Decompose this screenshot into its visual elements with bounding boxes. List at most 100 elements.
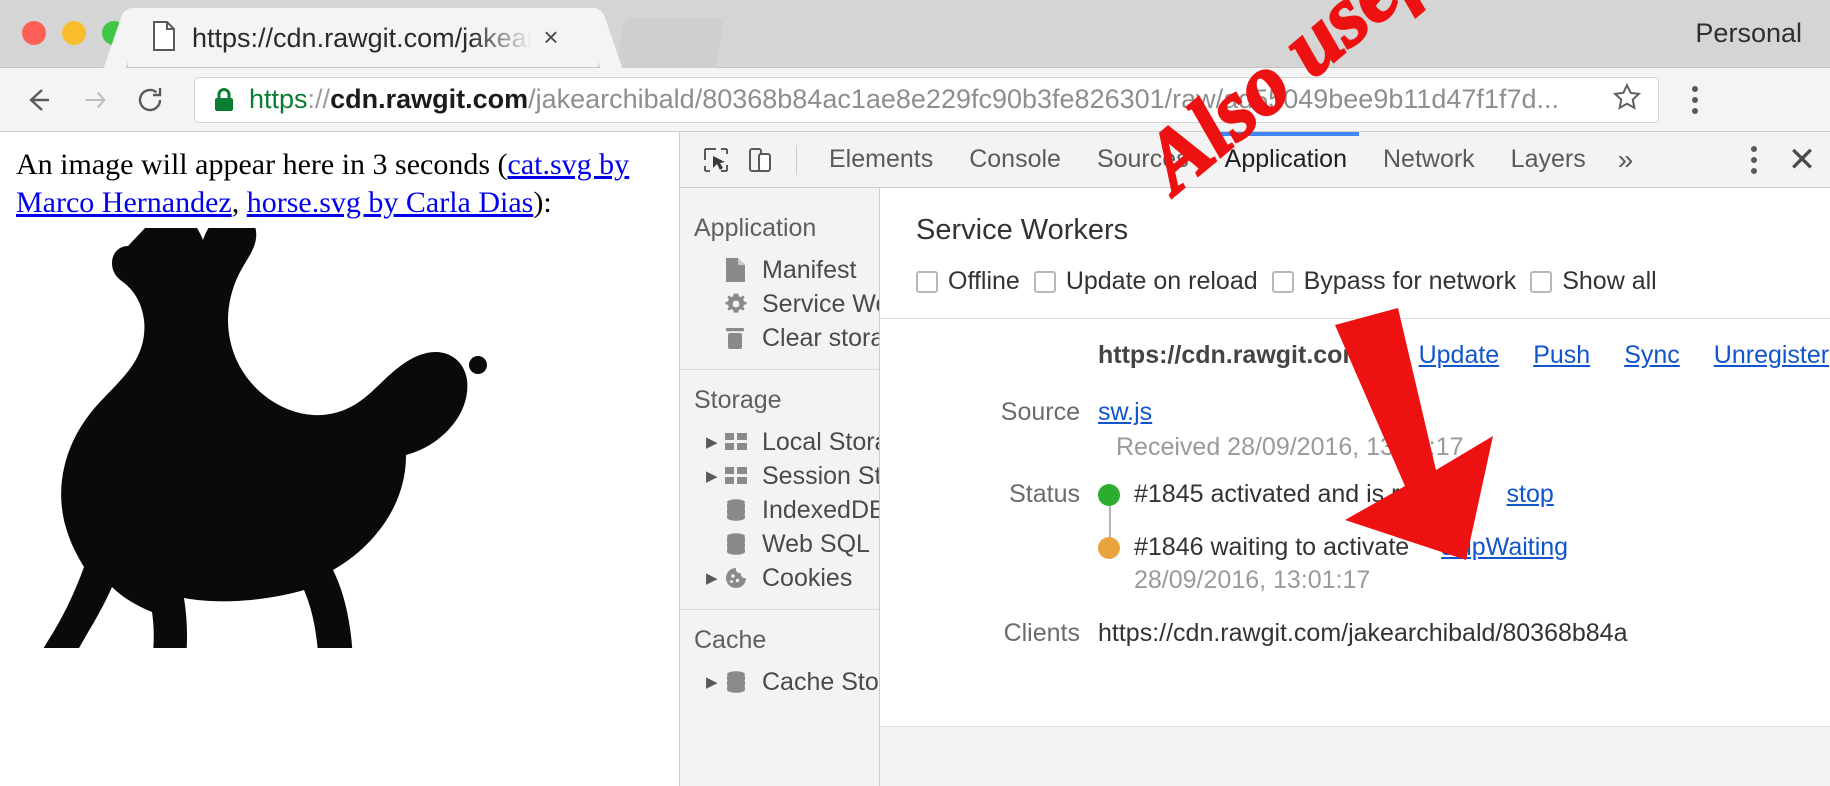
titlebar: https://cdn.rawgit.com/jakearchibald/803… (0, 0, 1830, 68)
devtools-panel: Elements Console Sources Application Net… (679, 132, 1830, 786)
tab-application[interactable]: Application (1207, 132, 1365, 188)
devtools-toolbar: Elements Console Sources Application Net… (680, 132, 1830, 188)
intro-comma: , (232, 186, 247, 219)
sidebar-item-service-workers[interactable]: Service Workers (680, 287, 879, 321)
database-icon (724, 498, 754, 522)
checkbox-bypass-for-network[interactable]: Bypass for network (1272, 267, 1517, 296)
sidebar-item-cache-storage[interactable]: ▶ Cache Storage (680, 665, 879, 699)
toolbar-divider (796, 145, 797, 175)
address-bar[interactable]: https://cdn.rawgit.com/jakearchibald/803… (194, 77, 1659, 123)
browser-tab[interactable]: https://cdn.rawgit.com/jakearchibald/803… (128, 8, 598, 68)
service-workers-pane: Service Workers Offline Update on reload… (880, 188, 1830, 786)
source-received-text: Received 28/09/2016, 13:01:17 (1116, 433, 1830, 462)
checkbox-label-update-on-reload: Update on reload (1066, 267, 1258, 296)
tab-elements[interactable]: Elements (811, 132, 951, 188)
push-link[interactable]: Push (1533, 341, 1590, 370)
stop-link[interactable]: stop (1507, 480, 1554, 509)
devtools-settings-icon[interactable] (1734, 138, 1774, 182)
sidebar-label-local-storage: Local Storage (762, 428, 880, 457)
status-waiting-text: #1846 waiting to activate (1134, 533, 1409, 562)
sidebar-label-clear-storage: Clear storage (762, 324, 880, 353)
checkbox-label-offline: Offline (948, 267, 1020, 296)
sidebar-group-cache: Cache ▶ Cache Storage (680, 610, 879, 713)
star-icon[interactable] (1612, 82, 1642, 117)
document-icon (152, 21, 176, 56)
checkbox-update-on-reload[interactable]: Update on reload (1034, 267, 1258, 296)
close-window-button[interactable] (22, 21, 46, 45)
cookie-icon (724, 566, 754, 590)
manifest-file-icon (724, 257, 754, 283)
sidebar-label-cache-storage: Cache Storage (762, 668, 880, 697)
devtools-body: Application Manifest (680, 188, 1830, 786)
sidebar-item-web-sql[interactable]: Web SQL (680, 527, 879, 561)
status-dot-waiting (1098, 537, 1120, 559)
reload-icon[interactable] (128, 78, 172, 122)
sidebar-item-local-storage[interactable]: ▶ Local Storage (680, 425, 879, 459)
clients-value: https://cdn.rawgit.com/jakearchibald/803… (1098, 619, 1628, 648)
chevron-right-icon[interactable]: ▶ (706, 569, 724, 587)
sidebar-item-cookies[interactable]: ▶ Cookies (680, 561, 879, 595)
tab-layers[interactable]: Layers (1493, 132, 1604, 188)
tab-network[interactable]: Network (1365, 132, 1493, 188)
tab-console[interactable]: Console (951, 132, 1079, 188)
pane-footer (880, 726, 1830, 786)
checkbox-box[interactable] (916, 271, 938, 293)
browser-menu-icon[interactable] (1675, 78, 1715, 122)
unregister-link[interactable]: Unregister (1714, 341, 1829, 370)
tab-title: https://cdn.rawgit.com/jakearchibald/803… (192, 23, 532, 54)
database-icon (724, 532, 754, 556)
close-tab-icon[interactable]: × (538, 25, 564, 51)
checkbox-show-all[interactable]: Show all (1530, 267, 1657, 296)
chevron-right-icon[interactable]: ▶ (706, 673, 724, 691)
url-host: cdn.rawgit.com (330, 84, 528, 114)
new-tab-area[interactable] (616, 18, 724, 68)
more-tabs-icon[interactable]: » (1604, 144, 1648, 176)
device-toolbar-icon[interactable] (738, 138, 782, 182)
tab-sources[interactable]: Sources (1079, 132, 1207, 188)
window-controls (22, 21, 126, 45)
trash-icon (724, 325, 754, 351)
link-horse-svg[interactable]: horse.svg by Carla Dias (247, 186, 534, 219)
sidebar-item-clear-storage[interactable]: Clear storage (680, 321, 879, 355)
checkbox-offline[interactable]: Offline (916, 267, 1020, 296)
sidebar-label-cookies: Cookies (762, 564, 852, 593)
status-active-text: #1845 activated and is running (1134, 480, 1475, 509)
database-icon (724, 670, 754, 694)
sidebar-item-indexeddb[interactable]: IndexedDB (680, 493, 879, 527)
sidebar-group-storage: Storage ▶ Local Storage ▶ (680, 370, 879, 610)
inspect-element-icon[interactable] (694, 138, 738, 182)
service-worker-registration: https://cdn.rawgit.com/j Update Push Syn… (880, 319, 1830, 648)
clients-row: Clients https://cdn.rawgit.com/jakearchi… (880, 619, 1830, 648)
sync-link[interactable]: Sync (1624, 341, 1680, 370)
status-dot-active (1098, 484, 1120, 506)
chevron-right-icon[interactable]: ▶ (706, 433, 724, 451)
status-waiting-item: #1846 waiting to activate skipWaiting (1098, 533, 1568, 562)
registration-scope: https://cdn.rawgit.com/j (1098, 341, 1379, 370)
sidebar-item-session-storage[interactable]: ▶ Session Storage (680, 459, 879, 493)
url-text[interactable]: https://cdn.rawgit.com/jakearchibald/803… (249, 84, 1612, 115)
minimize-window-button[interactable] (62, 21, 86, 45)
status-active-item: #1845 activated and is running stop (1098, 480, 1568, 509)
lock-icon (213, 87, 235, 113)
sidebar-title-application: Application (680, 198, 879, 253)
checkbox-box[interactable] (1530, 271, 1552, 293)
back-arrow-icon[interactable] (16, 78, 60, 122)
table-grid-icon (724, 466, 754, 486)
checkbox-box[interactable] (1272, 271, 1294, 293)
url-scheme: https (249, 84, 308, 114)
update-link[interactable]: Update (1419, 341, 1500, 370)
intro-text-after: ): (533, 186, 551, 219)
sidebar-label-session-storage: Session Storage (762, 462, 880, 491)
sidebar-item-manifest[interactable]: Manifest (680, 253, 879, 287)
sidebar-title-storage: Storage (680, 370, 879, 425)
skip-waiting-link[interactable]: skipWaiting (1441, 533, 1568, 562)
forward-arrow-icon (72, 78, 116, 122)
sidebar-label-service-workers: Service Workers (762, 290, 880, 319)
chevron-right-icon[interactable]: ▶ (706, 467, 724, 485)
gear-icon (724, 292, 754, 316)
close-devtools-icon[interactable]: ✕ (1774, 132, 1830, 188)
checkbox-box[interactable] (1034, 271, 1056, 293)
profile-name[interactable]: Personal (1695, 18, 1802, 49)
source-file-link[interactable]: sw.js (1098, 398, 1152, 427)
navigation-bar: https://cdn.rawgit.com/jakearchibald/803… (0, 68, 1830, 132)
